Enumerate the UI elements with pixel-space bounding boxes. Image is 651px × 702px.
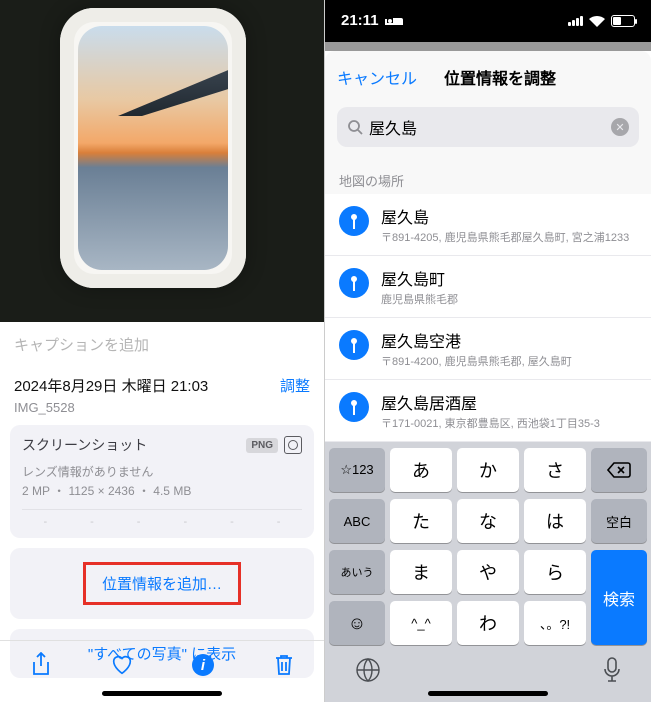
wifi-icon [589, 15, 605, 27]
pin-icon [339, 392, 369, 422]
cancel-button[interactable]: キャンセル [337, 65, 417, 89]
battery-icon [611, 15, 635, 27]
keyboard: ☆123 あ か さ ABC た な は 空白 あいう ま や ら 検索 [325, 442, 651, 702]
photo-date: 2024年8月29日 木曜日 21:03 [14, 375, 208, 396]
sleep-icon [385, 15, 403, 27]
image-meta: 2 MP ・ 1125 × 2436 ・ 4.5 MB [22, 482, 302, 499]
search-input[interactable] [369, 118, 605, 136]
key-ha[interactable]: は [524, 499, 586, 543]
clear-icon[interactable]: ✕ [611, 118, 629, 136]
png-badge: PNG [246, 438, 278, 453]
pin-icon [339, 330, 369, 360]
home-indicator [102, 691, 222, 696]
results-list: 屋久島〒891-4205, 鹿児島県熊毛郡屋久島町, 宮之浦1233 屋久島町鹿… [325, 194, 651, 442]
trash-icon[interactable] [272, 653, 296, 677]
pin-icon [339, 206, 369, 236]
info-icon[interactable]: i [191, 653, 215, 677]
modal-title: 位置情報を調整 [417, 65, 583, 89]
key-ya[interactable]: や [457, 550, 519, 594]
signal-icon [568, 16, 583, 26]
key-search[interactable]: 検索 [591, 550, 647, 645]
favorite-icon[interactable] [110, 653, 134, 677]
share-icon[interactable] [29, 653, 53, 677]
status-time: 21:11 [341, 12, 379, 29]
key-ta[interactable]: た [390, 499, 452, 543]
search-icon [347, 119, 363, 135]
globe-icon[interactable] [355, 657, 381, 688]
home-indicator [428, 691, 548, 696]
histogram-row: - - - - - - [22, 509, 302, 528]
key-ma[interactable]: ま [390, 550, 452, 594]
photo-preview[interactable] [0, 0, 324, 322]
image-type: スクリーンショット [22, 435, 147, 455]
key-emoji[interactable]: ☺ [329, 601, 385, 645]
key-punct[interactable]: 、。?! [524, 601, 586, 645]
key-space[interactable]: 空白 [591, 499, 647, 543]
image-filename: IMG_5528 [0, 400, 324, 425]
key-a[interactable]: あ [390, 448, 452, 492]
pin-icon [339, 268, 369, 298]
caption-input[interactable]: キャプションを追加 [0, 322, 324, 367]
key-mode-num[interactable]: ☆123 [329, 448, 385, 492]
airplane-window [60, 8, 246, 288]
key-sa[interactable]: さ [524, 448, 586, 492]
result-item[interactable]: 屋久島〒891-4205, 鹿児島県熊毛郡屋久島町, 宮之浦1233 [325, 194, 651, 256]
location-picker-pane: 21:11 キャンセル 位置情報を調整 ✕ 地図の場所 屋久島〒891-4205… [325, 0, 651, 702]
add-location-card: 位置情報を追加… [10, 548, 314, 619]
mic-icon[interactable] [603, 657, 621, 688]
key-wa[interactable]: わ [457, 601, 519, 645]
photo-detail-pane: キャプションを追加 2024年8月29日 木曜日 21:03 調整 IMG_55… [0, 0, 325, 702]
image-info-card: スクリーンショット PNG レンズ情報がありません 2 MP ・ 1125 × … [10, 425, 314, 538]
add-location-button[interactable]: 位置情報を追加… [102, 576, 222, 593]
key-na[interactable]: な [457, 499, 519, 543]
key-mode-kana[interactable]: あいう [329, 550, 385, 594]
key-ka[interactable]: か [457, 448, 519, 492]
key-ra[interactable]: ら [524, 550, 586, 594]
key-mode-abc[interactable]: ABC [329, 499, 385, 543]
camera-icon [284, 436, 302, 454]
location-modal: キャンセル 位置情報を調整 ✕ 地図の場所 屋久島〒891-4205, 鹿児島県… [325, 51, 651, 702]
result-item[interactable]: 屋久島町鹿児島県熊毛郡 [325, 256, 651, 318]
result-item[interactable]: 屋久島空港〒891-4200, 鹿児島県熊毛郡, 屋久島町 [325, 318, 651, 380]
key-backspace[interactable] [591, 448, 647, 492]
adjust-button[interactable]: 調整 [280, 375, 310, 396]
highlight-box: 位置情報を追加… [83, 562, 241, 605]
lens-info: レンズ情報がありません [22, 463, 302, 480]
search-field[interactable]: ✕ [337, 107, 639, 147]
status-bar: 21:11 [325, 0, 651, 42]
section-label: 地図の場所 [325, 147, 651, 194]
result-item[interactable]: 屋久島居酒屋〒171-0021, 東京都豊島区, 西池袋1丁目35-3 [325, 380, 651, 442]
toolbar: i [0, 640, 324, 702]
key-smalltsu[interactable]: ^_^ [390, 601, 452, 645]
